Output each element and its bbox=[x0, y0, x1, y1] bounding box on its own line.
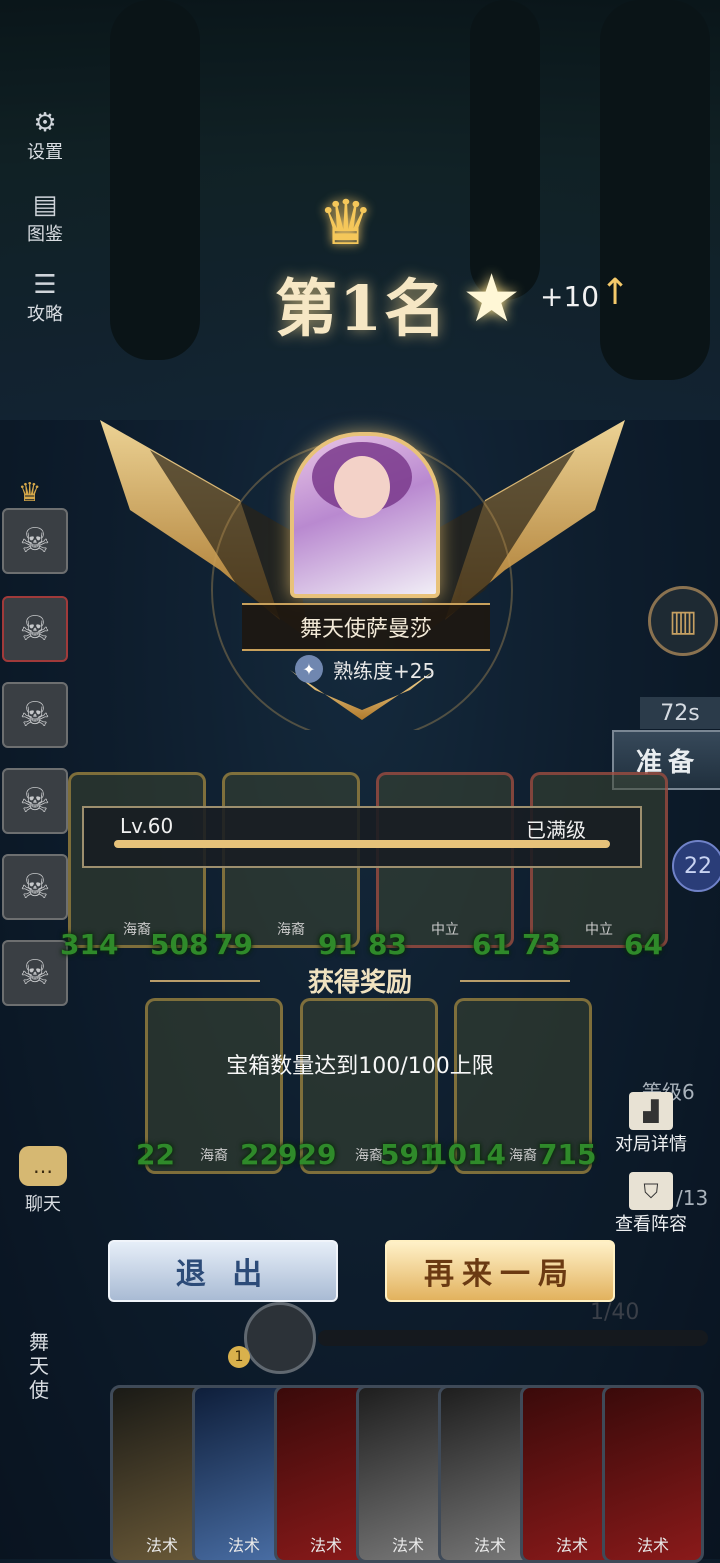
codex-label: 图鉴 bbox=[27, 224, 63, 245]
codex-button[interactable]: ▤ 图鉴 bbox=[18, 190, 72, 246]
level-text: Lv.60 bbox=[120, 814, 174, 838]
star-change: +10 bbox=[540, 280, 600, 313]
mastery-text: 熟练度+25 bbox=[333, 658, 436, 683]
divider bbox=[460, 980, 570, 982]
rank-title: 第1名 bbox=[275, 272, 449, 345]
player-slot[interactable]: ☠ bbox=[2, 940, 68, 1006]
card-health: 61 bbox=[472, 928, 511, 961]
skull-icon: ☠ bbox=[19, 781, 51, 821]
hero-name: 舞天使萨曼莎 bbox=[242, 603, 490, 651]
coin-count: 1 bbox=[228, 1346, 250, 1368]
reward-title: 获得奖励 bbox=[307, 968, 412, 998]
crown-icon: ♛ bbox=[318, 186, 374, 259]
round-counter: 22 bbox=[672, 840, 720, 892]
card-attack: 314 bbox=[60, 928, 119, 961]
card-health: 91 bbox=[318, 928, 357, 961]
countdown-timer: 72s bbox=[640, 697, 720, 729]
book-icon: ▤ bbox=[32, 190, 58, 220]
card-attack: 22 bbox=[136, 1138, 175, 1171]
crown-small-icon: ♛ bbox=[18, 478, 42, 508]
match-details-label: 对局详情 bbox=[615, 1134, 687, 1155]
hero-portrait bbox=[290, 432, 440, 598]
hero-vertical-name: 舞天使 bbox=[29, 1330, 49, 1402]
view-lineup-label: 查看阵容 bbox=[615, 1214, 687, 1235]
mastery-badge-icon: ✦ bbox=[295, 655, 323, 683]
hero-face bbox=[334, 456, 390, 518]
level-bar: Lv.60 已满级 bbox=[82, 806, 642, 868]
player-slot[interactable]: ☠ bbox=[2, 682, 68, 748]
exit-button[interactable]: 退 出 bbox=[108, 1240, 338, 1302]
card-health: 715 bbox=[538, 1138, 597, 1171]
skull-icon: ☠ bbox=[19, 867, 51, 907]
play-again-button[interactable]: 再来一局 bbox=[385, 1240, 615, 1302]
match-details-button[interactable]: ▟ 对局详情 bbox=[608, 1092, 694, 1156]
player-slot[interactable]: ☠ bbox=[2, 508, 68, 574]
card-attack: 1014 bbox=[428, 1138, 506, 1171]
player-slot[interactable]: ☠ bbox=[2, 596, 68, 662]
hand-card-label: 法术 bbox=[636, 1536, 669, 1555]
arrow-up-icon: ↑ bbox=[600, 272, 631, 313]
chat-icon: … bbox=[19, 1146, 67, 1186]
progress-text: 1/40 bbox=[590, 1300, 640, 1325]
card-attack: 79 bbox=[214, 928, 253, 961]
player-slot[interactable]: ☠ bbox=[2, 854, 68, 920]
building-icon[interactable]: ▥ bbox=[648, 586, 718, 656]
player-slot[interactable]: ☠ bbox=[2, 768, 68, 834]
guide-label: 攻略 bbox=[27, 304, 63, 325]
card-attack: 83 bbox=[368, 928, 407, 961]
mastery-row: ✦ 熟练度+25 bbox=[295, 654, 435, 684]
hero-medal bbox=[244, 1302, 316, 1374]
card-health: 508 bbox=[150, 928, 209, 961]
hand-card[interactable]: 法术 bbox=[602, 1385, 704, 1563]
skull-icon: ☠ bbox=[19, 953, 51, 993]
skull-icon: ☠ bbox=[19, 695, 51, 735]
helmet-icon: ⛉ bbox=[629, 1172, 673, 1210]
divider bbox=[150, 980, 260, 982]
star-icon: ★ bbox=[462, 260, 522, 337]
level-progress-fill bbox=[114, 840, 610, 848]
card-attack: 73 bbox=[522, 928, 561, 961]
guide-button[interactable]: ☰ 攻略 bbox=[18, 270, 72, 326]
settings-button[interactable]: ⚙ 设置 bbox=[18, 108, 72, 164]
card-attack: 929 bbox=[278, 1138, 337, 1171]
document-icon: ☰ bbox=[33, 270, 57, 300]
view-lineup-button[interactable]: ⛉ 查看阵容 bbox=[608, 1172, 694, 1236]
chat-label: 聊天 bbox=[25, 1194, 61, 1215]
settings-label: 设置 bbox=[27, 142, 63, 163]
podium-icon: ▟ bbox=[629, 1092, 673, 1130]
card-health: 22 bbox=[240, 1138, 279, 1171]
skull-icon: ☠ bbox=[19, 609, 51, 649]
card-health: 64 bbox=[624, 928, 663, 961]
level-status: 已满级 bbox=[526, 818, 586, 842]
progress-bar bbox=[318, 1330, 708, 1346]
reward-notice: 宝箱数量达到100/100上限 bbox=[226, 1054, 494, 1079]
chat-button[interactable]: … 聊天 bbox=[8, 1140, 78, 1220]
gear-icon: ⚙ bbox=[33, 108, 57, 138]
skull-icon: ☠ bbox=[19, 521, 51, 561]
